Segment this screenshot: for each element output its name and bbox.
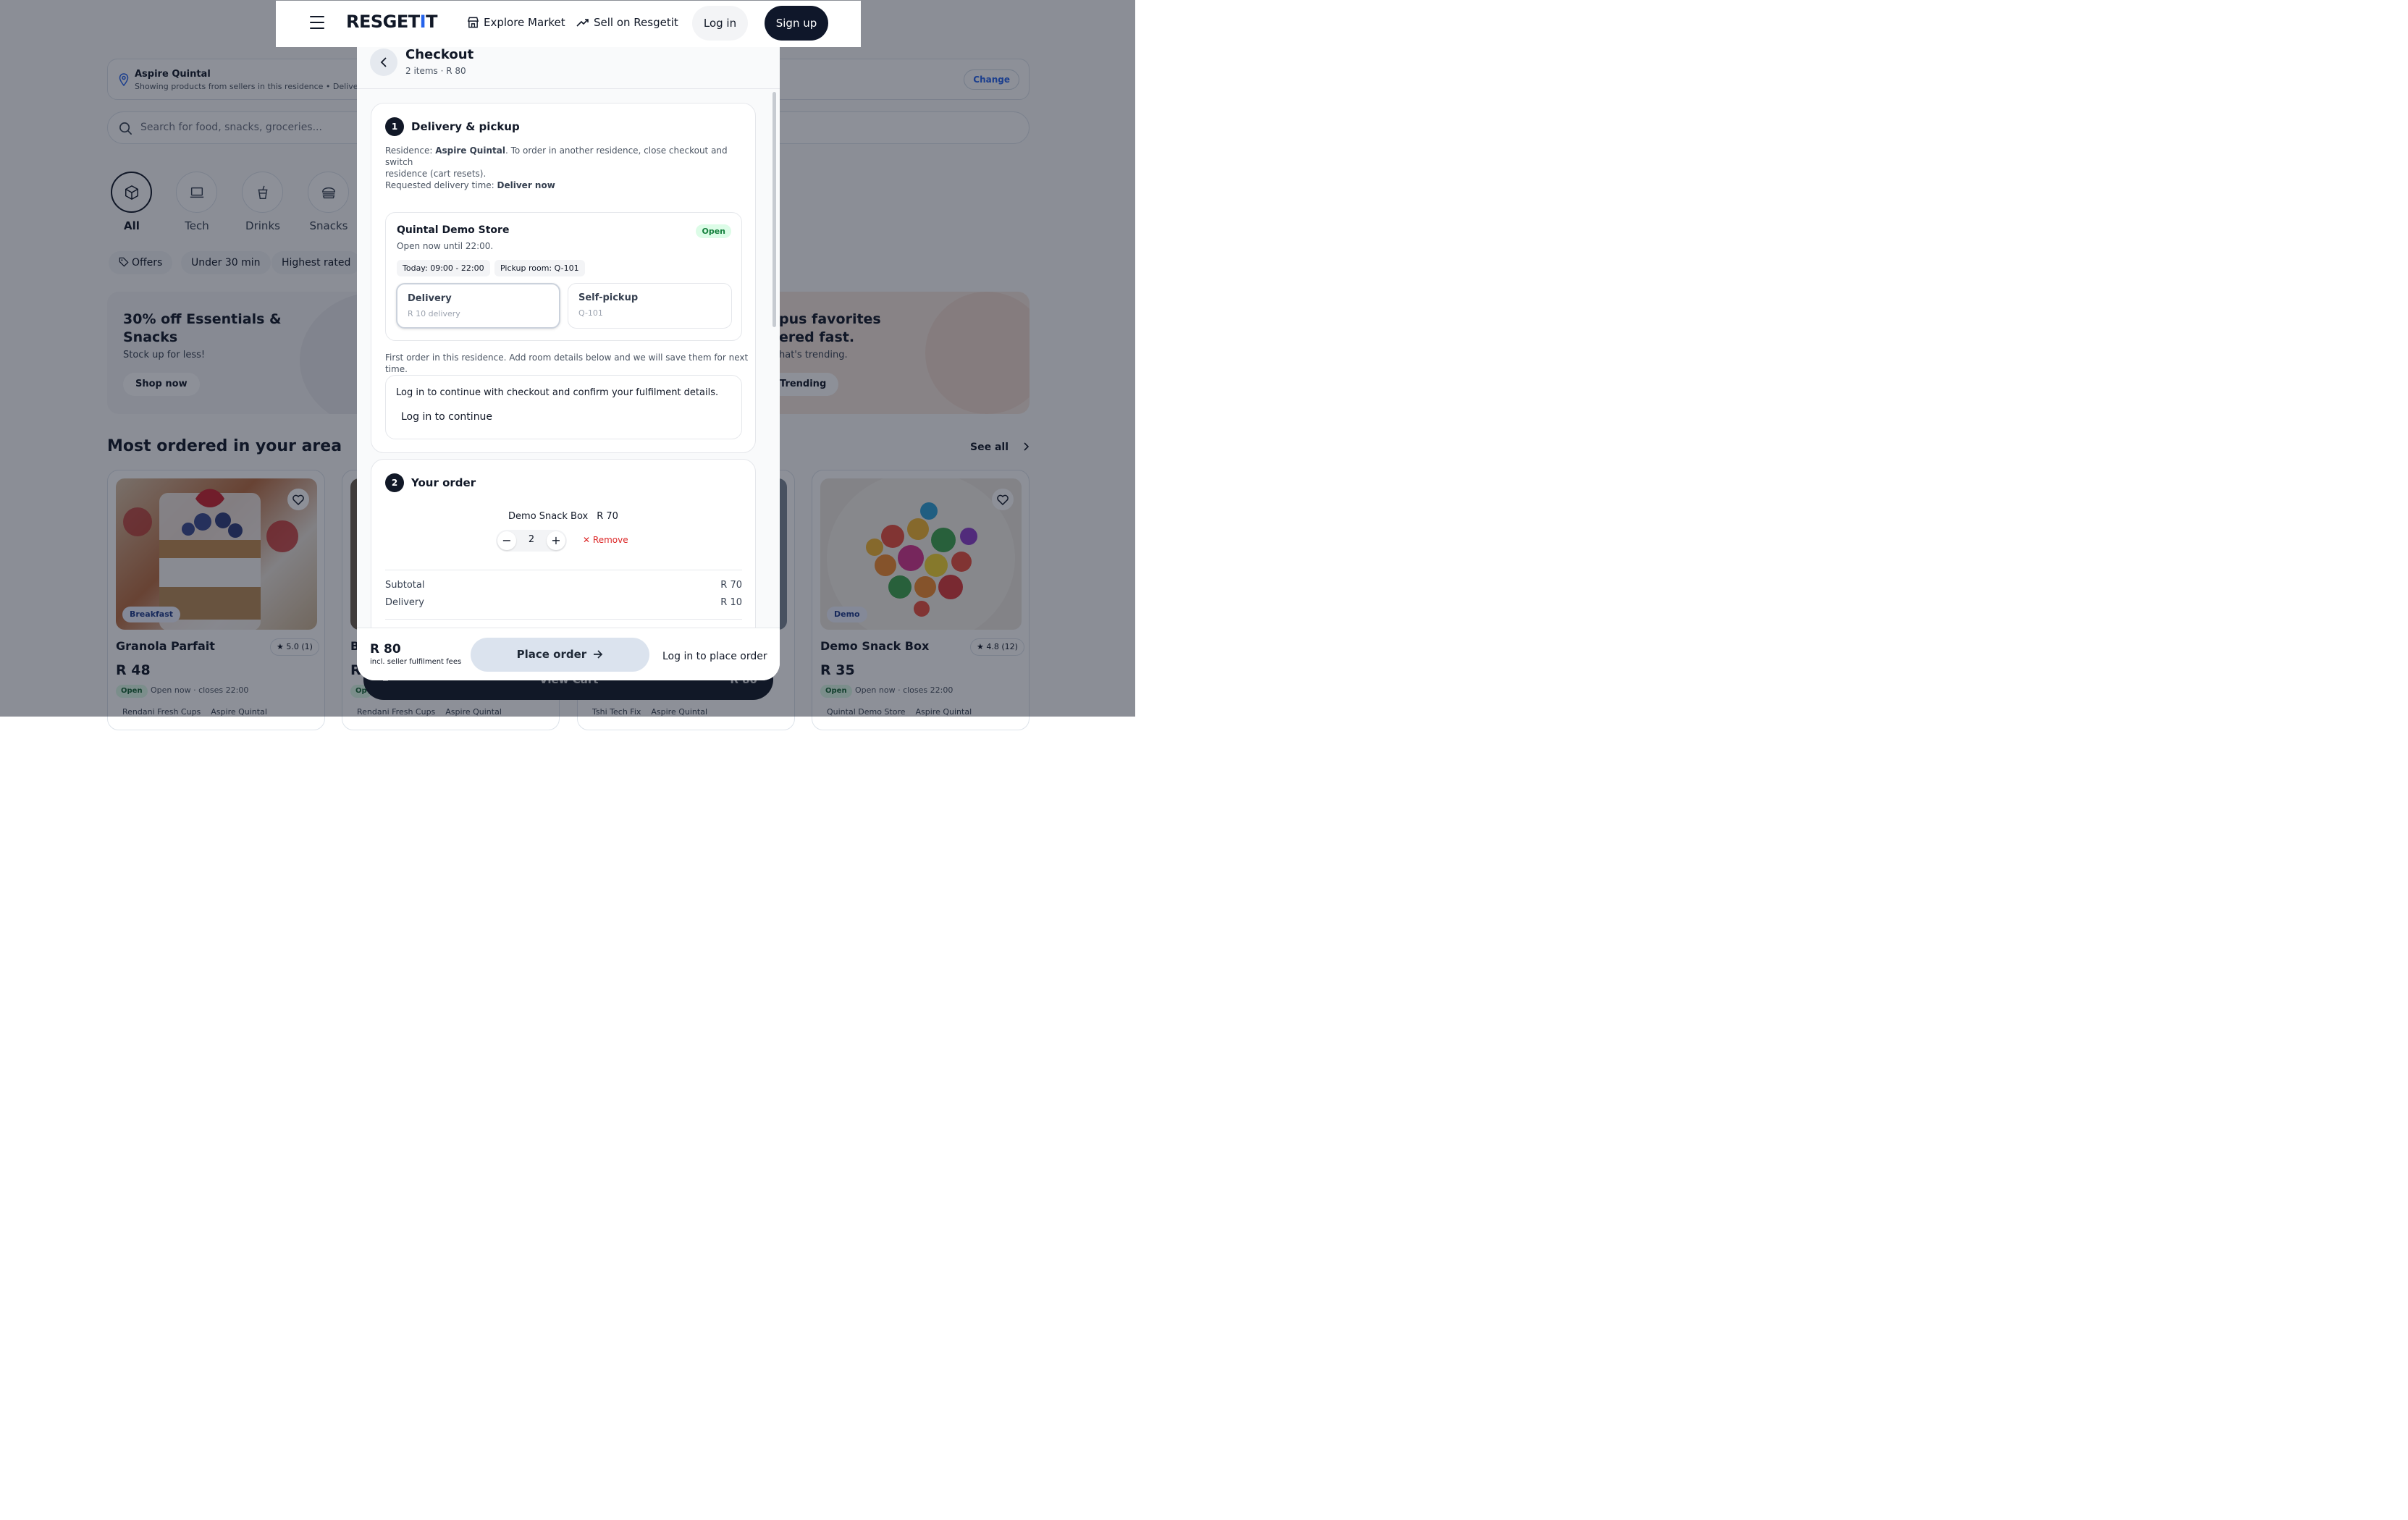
option-title: Self-pickup — [578, 292, 639, 303]
store-open-text: Open now until 22:00. — [397, 241, 494, 251]
back-button[interactable] — [370, 48, 397, 76]
option-title: Delivery — [408, 293, 452, 304]
trending-up-icon — [576, 19, 589, 27]
self-pickup-option[interactable]: Self-pickup Q-101 — [568, 283, 732, 329]
hours-chip: Today: 09:00 - 22:00 — [397, 260, 490, 276]
pickup-room-chip: Pickup room: Q-101 — [494, 260, 585, 276]
checkout-title: Checkout — [405, 47, 474, 62]
increase-quantity-button[interactable]: + — [547, 531, 565, 550]
remove-item-button[interactable]: ✕ Remove — [583, 535, 628, 545]
step-number: 2 — [385, 473, 404, 492]
option-subtitle: Q-101 — [578, 308, 603, 318]
checkout-footer: R 80 incl. seller fulfilment fees Place … — [357, 628, 780, 680]
login-prompt: Log in to continue with checkout and con… — [385, 375, 742, 439]
login-to-continue-link[interactable]: Log in to continue — [401, 411, 492, 423]
delivery-pickup-section: 1 Delivery & pickup Residence: Aspire Qu… — [371, 103, 756, 453]
menu-icon[interactable] — [310, 16, 324, 29]
checkout-header: Checkout 2 items · R 80 — [357, 47, 780, 89]
fees-note: incl. seller fulfilment fees — [370, 658, 462, 666]
divider — [385, 619, 742, 620]
item-price: R 70 — [597, 511, 618, 522]
option-subtitle: R 10 delivery — [408, 309, 460, 318]
explore-market-link[interactable]: Explore Market — [467, 16, 565, 29]
login-button[interactable]: Log in — [692, 6, 748, 41]
first-order-note: First order in this residence. Add room … — [385, 352, 749, 374]
top-navbar: RESGETIT Explore Market Sell on Resgetit… — [276, 1, 861, 47]
store-card: Quintal Demo Store Open Open now until 2… — [385, 212, 742, 341]
your-order-section: 2 Your order Demo Snack Box R 70 − 2 + ✕ … — [371, 459, 756, 628]
checkout-subtitle: 2 items · R 80 — [405, 66, 466, 76]
store-name: Quintal Demo Store — [397, 224, 510, 236]
sell-link[interactable]: Sell on Resgetit — [576, 16, 678, 29]
subtotal-row: Subtotal R 70 — [385, 580, 742, 591]
order-item: Demo Snack Box R 70 — [371, 511, 755, 522]
store-status-badge: Open — [696, 224, 731, 238]
store-icon — [467, 17, 479, 28]
delivery-option[interactable]: Delivery R 10 delivery — [396, 283, 560, 329]
checkout-panel: Checkout 2 items · R 80 1 Delivery & pic… — [357, 47, 780, 680]
scrollbar[interactable] — [773, 92, 776, 327]
close-icon: ✕ — [583, 535, 591, 545]
logo[interactable]: RESGETIT — [346, 12, 437, 32]
decrease-quantity-button[interactable]: − — [497, 531, 516, 550]
section-title: Delivery & pickup — [411, 120, 520, 133]
item-name: Demo Snack Box — [508, 511, 589, 522]
order-total: R 80 — [370, 642, 401, 656]
login-prompt-text: Log in to continue with checkout and con… — [396, 387, 719, 398]
chevron-left-icon — [380, 57, 387, 67]
signup-button[interactable]: Sign up — [765, 6, 828, 41]
step-number: 1 — [385, 117, 404, 136]
quantity-stepper: − 2 + — [496, 530, 567, 552]
checkout-scroll-area[interactable]: 1 Delivery & pickup Residence: Aspire Qu… — [357, 89, 780, 628]
login-to-place-order-link[interactable]: Log in to place order — [662, 651, 767, 662]
residence-note: Residence: Aspire Quintal. To order in a… — [385, 145, 728, 179]
section-title: Your order — [411, 476, 476, 489]
arrow-right-icon — [594, 650, 603, 659]
delivery-fee-row: Delivery R 10 — [385, 597, 742, 608]
delivery-time: Requested delivery time: Deliver now — [385, 180, 555, 190]
place-order-button[interactable]: Place order — [471, 638, 649, 672]
quantity-value: 2 — [528, 534, 535, 545]
